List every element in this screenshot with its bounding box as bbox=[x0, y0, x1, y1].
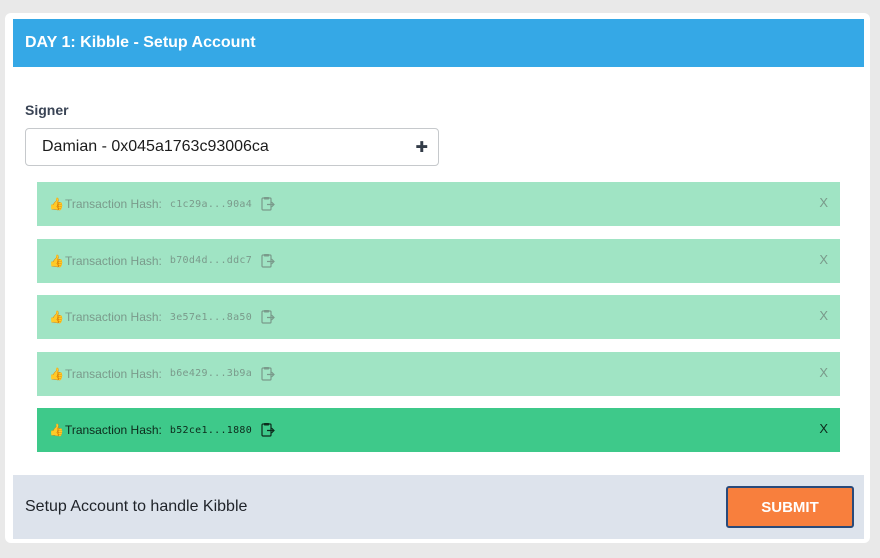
transaction-row: 👍 Transaction Hash: c1c29a...90a4 X bbox=[37, 182, 840, 226]
thumbs-up-icon: 👍 bbox=[49, 366, 64, 381]
signer-select[interactable]: Damian - 0x045a1763c93006ca ✚ bbox=[25, 128, 439, 166]
transaction-row: 👍 Transaction Hash: b70d4d...ddc7 X bbox=[37, 238, 840, 283]
thumbs-up-icon: 👍 bbox=[49, 197, 64, 211]
transaction-label: Transaction Hash: bbox=[64, 366, 162, 381]
signer-selected-value: Damian - 0x045a1763c93006ca bbox=[42, 138, 269, 155]
copy-icon[interactable] bbox=[260, 253, 276, 269]
close-button[interactable]: X bbox=[819, 308, 828, 323]
transaction-label: Transaction Hash: bbox=[64, 310, 162, 324]
close-button[interactable]: X bbox=[819, 365, 828, 380]
copy-icon[interactable] bbox=[260, 422, 276, 438]
page-title: DAY 1: Kibble - Setup Account bbox=[25, 34, 256, 51]
plus-icon: ✚ bbox=[415, 139, 428, 156]
thumbs-up-icon: 👍 bbox=[49, 253, 64, 268]
transaction-hash: b52ce1...1880 bbox=[169, 424, 253, 436]
close-button[interactable]: X bbox=[819, 195, 828, 210]
main-card: DAY 1: Kibble - Setup Account Signer Dam… bbox=[5, 13, 870, 543]
transaction-row: 👍 Transaction Hash: b6e429...3b9a X bbox=[37, 351, 840, 396]
transaction-row: 👍 Transaction Hash: b52ce1...1880 X bbox=[37, 408, 840, 452]
transaction-hash: c1c29a...90a4 bbox=[169, 198, 253, 210]
copy-icon[interactable] bbox=[260, 196, 276, 212]
copy-icon[interactable] bbox=[260, 309, 276, 325]
thumbs-up-icon: 👍 bbox=[49, 310, 64, 324]
transaction-label: Transaction Hash: bbox=[64, 423, 162, 437]
transaction-label: Transaction Hash: bbox=[64, 197, 162, 211]
transaction-hash: b70d4d...ddc7 bbox=[169, 255, 253, 266]
close-button[interactable]: X bbox=[819, 252, 828, 267]
transaction-label: Transaction Hash: bbox=[64, 253, 162, 268]
thumbs-up-icon: 👍 bbox=[49, 423, 64, 437]
close-button[interactable]: X bbox=[819, 421, 828, 436]
transaction-list: 👍 Transaction Hash: c1c29a...90a4 X 👍 Tr… bbox=[37, 182, 840, 465]
transaction-hash: b6e429...3b9a bbox=[169, 368, 253, 379]
card-header: DAY 1: Kibble - Setup Account bbox=[13, 19, 864, 67]
transaction-hash: 3e57e1...8a50 bbox=[169, 311, 253, 323]
transaction-row: 👍 Transaction Hash: 3e57e1...8a50 X bbox=[37, 295, 840, 339]
submit-button[interactable]: SUBMIT bbox=[726, 486, 854, 528]
card-footer: Setup Account to handle Kibble SUBMIT bbox=[13, 475, 864, 539]
footer-text: Setup Account to handle Kibble bbox=[25, 498, 248, 515]
signer-label: Signer bbox=[25, 102, 69, 118]
copy-icon[interactable] bbox=[260, 366, 276, 382]
